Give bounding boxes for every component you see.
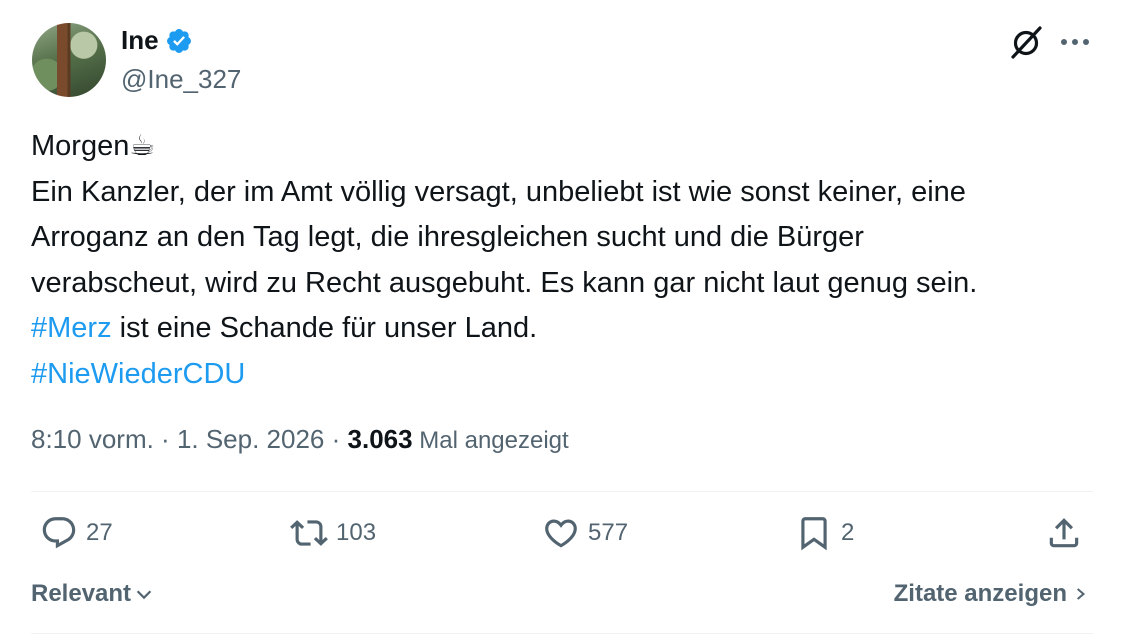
reply-count: 27 (86, 519, 113, 546)
repost-button[interactable]: 103 (290, 514, 376, 552)
tweet-date[interactable]: 1. Sep. 2026 (177, 424, 324, 454)
bookmark-icon (801, 517, 827, 551)
tweet-line-4: verabscheut, wird zu Recht ausgebuht. Es… (31, 266, 978, 299)
coffee-emoji: ☕ (129, 130, 156, 162)
bookmark-count: 2 (841, 519, 855, 546)
more-icon[interactable] (1060, 37, 1090, 47)
like-icon (545, 519, 577, 548)
author-name-row[interactable]: Ine (121, 25, 193, 56)
avatar[interactable] (32, 23, 106, 97)
reply-icon (42, 517, 76, 549)
sort-label: Relevant (31, 580, 132, 607)
reply-button[interactable]: 27 (40, 514, 113, 552)
tweet-text: Morgen☕ Ein Kanzler, der im Amt völlig v… (31, 124, 1101, 397)
divider-bottom (31, 633, 1093, 634)
chevron-down-icon (136, 590, 152, 600)
tweet-line-6: #NieWiederCDU (31, 352, 1101, 398)
tweet-time[interactable]: 8:10 vorm. (31, 424, 154, 454)
author-name[interactable]: Ine (121, 25, 159, 56)
hashtag-merz-link[interactable]: #Merz (31, 312, 112, 344)
hashtag-niewiedercdu-link[interactable]: #NieWiederCDU (31, 358, 245, 390)
divider (31, 491, 1093, 492)
share-button[interactable] (1045, 514, 1083, 552)
tweet-line-5: #Merz ist eine Schande für unser Land. (31, 312, 538, 344)
chevron-right-icon (1077, 588, 1086, 600)
repost-count: 103 (336, 519, 377, 546)
like-button[interactable]: 577 (542, 514, 628, 552)
sort-replies-dropdown[interactable]: Relevant (31, 580, 155, 608)
tweet-line-3: Arroganz an den Tag legt, die ihresgleic… (31, 221, 864, 253)
tweet-meta: 8:10 vorm. · 1. Sep. 2026 · 3.063 Mal an… (31, 424, 569, 454)
grok-icon[interactable] (1007, 24, 1045, 62)
quotes-label: Zitate anzeigen (893, 580, 1067, 607)
repost-icon (290, 520, 328, 546)
bookmark-button[interactable]: 2 (795, 514, 854, 552)
view-quotes-link[interactable]: Zitate anzeigen (894, 580, 1089, 608)
share-icon (1049, 518, 1079, 548)
verified-badge-icon (166, 28, 191, 53)
author-handle[interactable]: @Ine_327 (121, 64, 241, 95)
tweet-line-2: Ein Kanzler, der im Amt völlig versagt, … (31, 175, 966, 208)
like-count: 577 (588, 519, 629, 546)
views-label: Mal angezeigt (412, 427, 569, 454)
tweet-line-1: Morgen☕ (31, 130, 156, 162)
views-count: 3.063 (347, 424, 413, 454)
